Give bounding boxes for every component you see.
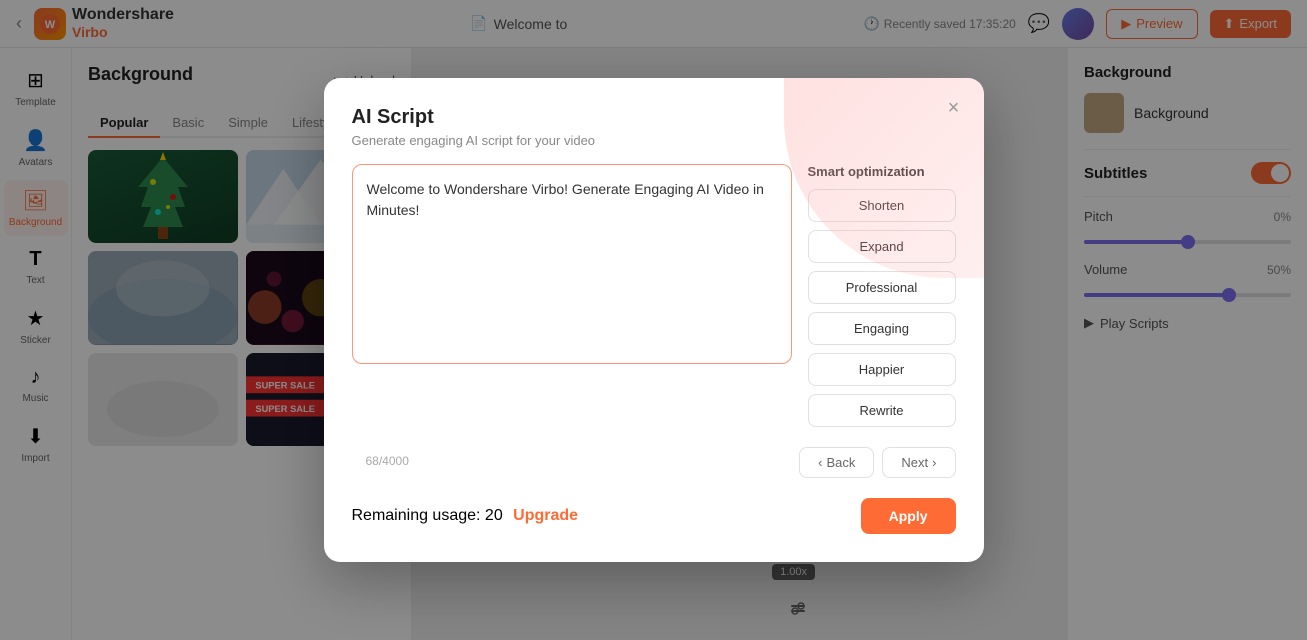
optimization-panel: Smart optimization Shorten Expand Profes… bbox=[808, 164, 956, 478]
modal-footer: Remaining usage: 20 Upgrade Apply bbox=[352, 498, 956, 534]
modal-title: AI Script bbox=[352, 106, 956, 129]
opt-rewrite-button[interactable]: Rewrite bbox=[808, 394, 956, 427]
modal-header: AI Script Generate engaging AI script fo… bbox=[352, 106, 956, 148]
upgrade-link[interactable]: Upgrade bbox=[513, 507, 578, 524]
apply-button[interactable]: Apply bbox=[861, 498, 956, 534]
next-nav-button[interactable]: Next › bbox=[882, 447, 955, 478]
opt-professional-button[interactable]: Professional bbox=[808, 271, 956, 304]
chevron-left-icon: ‹ bbox=[818, 455, 822, 470]
modal-body: Welcome to Wondershare Virbo! Generate E… bbox=[352, 164, 956, 478]
opt-title: Smart optimization bbox=[808, 164, 956, 179]
ai-script-modal: × AI Script Generate engaging AI script … bbox=[324, 78, 984, 562]
opt-happier-button[interactable]: Happier bbox=[808, 353, 956, 386]
nav-buttons: ‹ Back Next › bbox=[808, 447, 956, 478]
remaining-label: Remaining usage: 20 bbox=[352, 507, 503, 524]
modal-close-button[interactable]: × bbox=[940, 94, 968, 122]
modal-overlay: × AI Script Generate engaging AI script … bbox=[0, 0, 1307, 640]
opt-engaging-button[interactable]: Engaging bbox=[808, 312, 956, 345]
char-count: 68/4000 bbox=[366, 454, 409, 468]
opt-shorten-button[interactable]: Shorten bbox=[808, 189, 956, 222]
script-textarea-wrap: Welcome to Wondershare Virbo! Generate E… bbox=[352, 164, 792, 478]
remaining-usage: Remaining usage: 20 Upgrade bbox=[352, 507, 579, 525]
opt-expand-button[interactable]: Expand bbox=[808, 230, 956, 263]
script-textarea[interactable]: Welcome to Wondershare Virbo! Generate E… bbox=[352, 164, 792, 364]
close-icon: × bbox=[948, 97, 960, 120]
modal-subtitle: Generate engaging AI script for your vid… bbox=[352, 133, 956, 148]
chevron-right-icon: › bbox=[932, 455, 936, 470]
back-nav-button[interactable]: ‹ Back bbox=[799, 447, 874, 478]
